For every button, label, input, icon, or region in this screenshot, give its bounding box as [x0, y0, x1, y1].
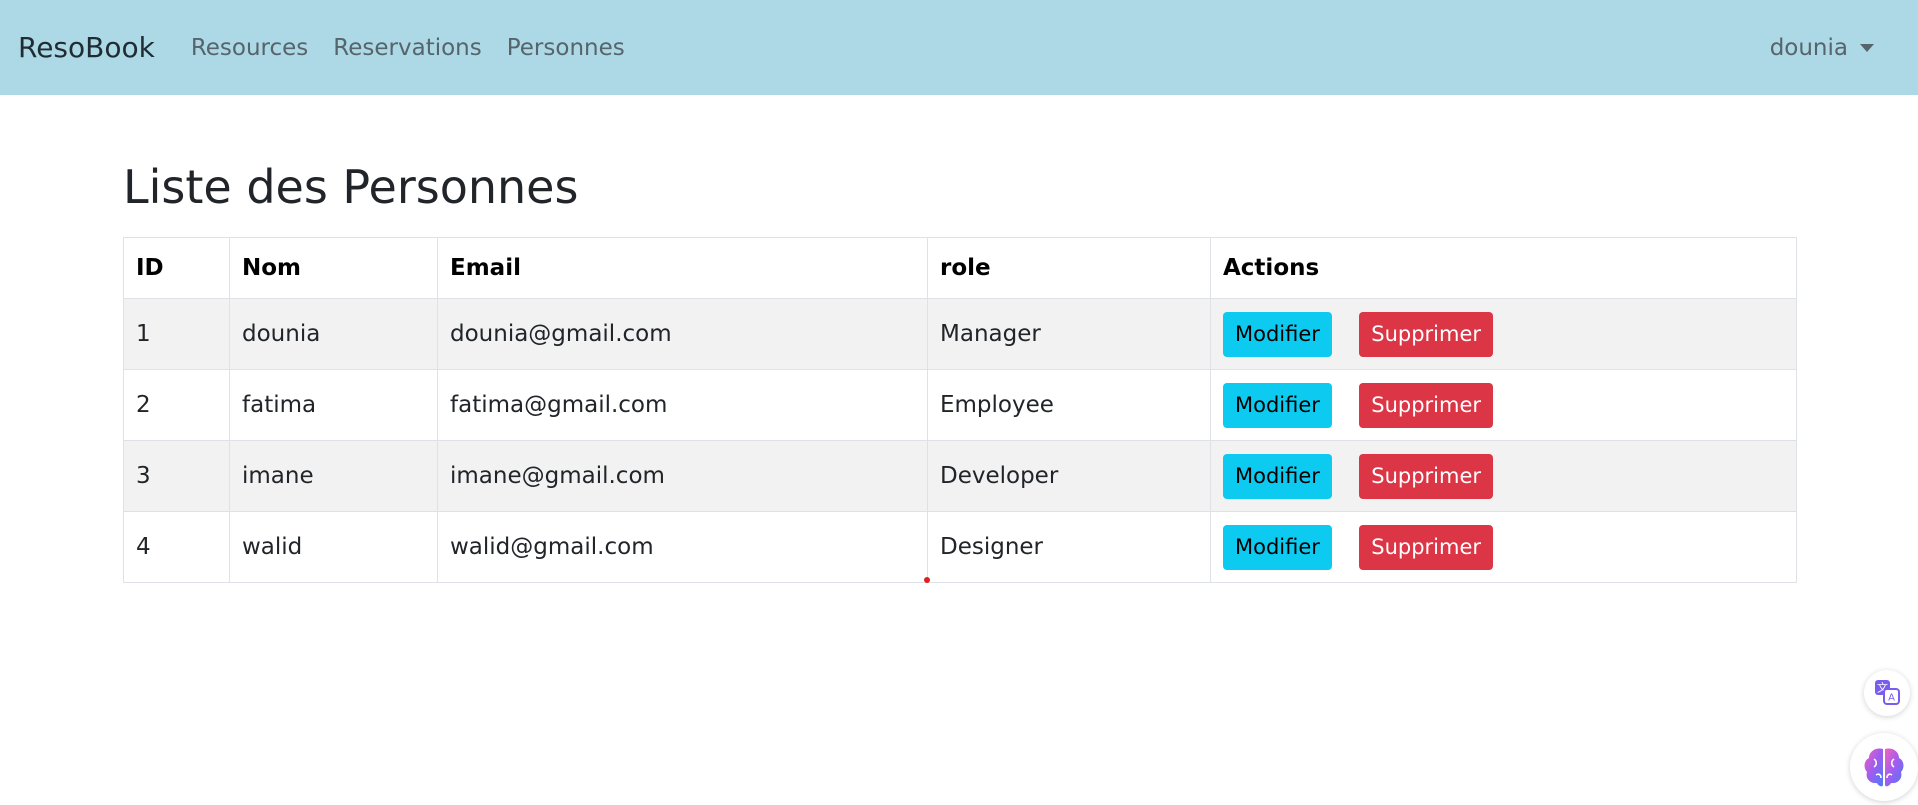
cell-id: 4 [123, 511, 230, 583]
table-row: 2 fatima fatima@gmail.com Employee Modif… [123, 369, 1797, 441]
nav-link-resources[interactable]: Resources [191, 35, 308, 61]
supprimer-button[interactable]: Supprimer [1359, 524, 1494, 570]
cell-actions: Modifier Supprimer [1210, 440, 1797, 512]
cell-actions: Modifier Supprimer [1210, 369, 1797, 441]
table-row: 1 dounia dounia@gmail.com Manager Modifi… [123, 298, 1797, 370]
modifier-button[interactable]: Modifier [1223, 524, 1332, 570]
svg-text:A: A [1888, 693, 1895, 704]
supprimer-button[interactable]: Supprimer [1359, 382, 1494, 428]
cell-email: imane@gmail.com [437, 440, 928, 512]
translate-widget-button[interactable]: 文 A [1864, 670, 1910, 716]
cell-id: 3 [123, 440, 230, 512]
header-email: Email [437, 237, 928, 299]
caret-down-icon [1860, 43, 1874, 52]
translate-icon: 文 A [1875, 680, 1900, 705]
cell-email: dounia@gmail.com [437, 298, 928, 370]
modifier-button[interactable]: Modifier [1223, 311, 1332, 357]
header-nom: Nom [229, 237, 438, 299]
header-role: role [927, 237, 1211, 299]
personnes-table: ID Nom Email role Actions 1 dounia douni… [123, 237, 1797, 583]
cell-nom: dounia [229, 298, 438, 370]
cell-role: Developer [927, 440, 1211, 512]
cell-id: 2 [123, 369, 230, 441]
cell-actions: Modifier Supprimer [1210, 298, 1797, 370]
user-name: dounia [1769, 34, 1848, 61]
modifier-button[interactable]: Modifier [1223, 453, 1332, 499]
header-actions: Actions [1210, 237, 1797, 299]
nav-link-reservations[interactable]: Reservations [333, 35, 481, 61]
cell-nom: walid [229, 511, 438, 583]
cell-role: Employee [927, 369, 1211, 441]
supprimer-button[interactable]: Supprimer [1359, 453, 1494, 499]
user-dropdown[interactable]: dounia [1770, 35, 1874, 61]
brain-widget-button[interactable] [1850, 733, 1918, 801]
cell-role: Designer [927, 511, 1211, 583]
nav-link-personnes[interactable]: Personnes [507, 35, 625, 61]
table-row: 4 walid walid@gmail.com Designer Modifie… [123, 511, 1797, 583]
cell-id: 1 [123, 298, 230, 370]
brand-link[interactable]: ResoBook [18, 31, 155, 64]
cell-role: Manager [927, 298, 1211, 370]
table-header-row: ID Nom Email role Actions [123, 237, 1797, 299]
header-id: ID [123, 237, 230, 299]
navbar: ResoBook Resources Reservations Personne… [0, 0, 1918, 95]
cell-actions: Modifier Supprimer [1210, 511, 1797, 583]
supprimer-button[interactable]: Supprimer [1359, 311, 1494, 357]
cell-email: walid@gmail.com [437, 511, 928, 583]
table-row: 3 imane imane@gmail.com Developer Modifi… [123, 440, 1797, 512]
page-title: Liste des Personnes [123, 160, 579, 214]
cell-email: fatima@gmail.com [437, 369, 928, 441]
cursor-dot [924, 577, 930, 583]
cell-nom: fatima [229, 369, 438, 441]
brain-icon [1864, 748, 1904, 787]
cell-nom: imane [229, 440, 438, 512]
modifier-button[interactable]: Modifier [1223, 382, 1332, 428]
